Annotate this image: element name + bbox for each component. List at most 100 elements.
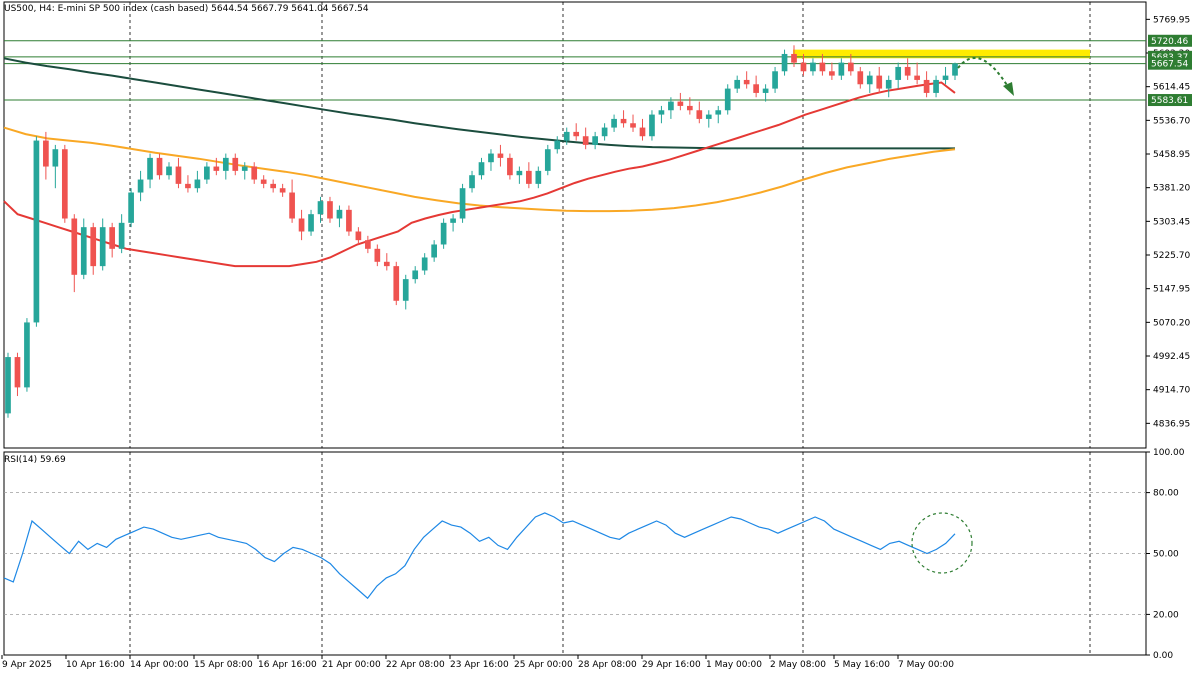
candle-body [914,75,920,80]
candle-body [686,105,693,111]
candle-body [535,170,542,184]
level-label: 5583.61 [1151,96,1188,106]
candle-body [450,218,456,223]
candle-body [592,136,598,145]
candle-body [128,192,134,223]
candle-body [639,127,646,137]
time-tick-label: 14 Apr 00:00 [130,660,189,670]
candle-body [14,357,21,388]
candle-body [222,157,229,171]
rsi-panel: 100.00 80.00 50.00 20.00 0.00 [3,448,1185,661]
candle-body [611,118,617,128]
rsi-tick-label: 20.00 [1153,610,1179,620]
candle-body [213,166,220,171]
candle-body [904,66,911,76]
candle-body [71,218,78,275]
candle-body [24,322,30,388]
moving-averages [3,57,956,268]
candle-body [847,62,854,72]
candle-body [147,157,153,180]
candle-body [298,218,305,232]
rsi-label: RSI(14) 59.69 [4,455,66,465]
candle-body [61,149,68,219]
candle-body [185,183,191,189]
price-tick-label: 5303.45 [1153,217,1190,227]
candle-body [431,244,437,258]
candle-body [658,110,665,115]
rsi-tick-label: 50.00 [1153,550,1179,560]
candle-body [810,62,816,72]
time-tick-label: 9 Apr 2025 [2,660,52,670]
candle-body [677,101,684,106]
candle-body [705,114,712,119]
candle-body [497,153,504,158]
candle-body [412,270,419,280]
candle-body [289,192,295,219]
time-tick-label: 1 May 00:00 [706,660,762,670]
annotations [911,57,1014,574]
candle-body [459,188,466,219]
price-tick-label: 4914.70 [1153,386,1190,396]
candle-body [952,63,958,76]
rsi-tick-label: 0.00 [1153,651,1173,661]
price-tick-label: 5614.45 [1153,83,1190,93]
candle-body [317,201,324,215]
symbol-header: US500, H4: E-mini SP 500 index (cash bas… [4,4,369,14]
candle-body [80,227,87,275]
candle-body [346,209,352,232]
rsi-tick-label: 100.00 [1153,448,1185,458]
candle-body [327,201,333,219]
price-tick-label: 5070.20 [1153,318,1190,328]
price-tick-label: 5225.70 [1153,251,1190,261]
candle-body [251,166,258,180]
time-tick-label: 28 Apr 08:00 [578,660,637,670]
candle-body [649,114,655,137]
candle-body [601,127,608,137]
candle-body [573,131,580,137]
price-tick-label: 5458.95 [1153,150,1190,160]
candle-body [923,79,930,93]
price-tick-label: 4836.95 [1153,419,1190,429]
projection-arrow-head [1003,82,1014,96]
candle-body [175,166,182,184]
candle-body [440,222,447,245]
candle-body [5,357,11,414]
price-axis: 5769.955692.205614.455536.705458.955381.… [1146,15,1192,429]
chart-canvas: 5769.955692.205614.455536.705458.955381.… [1,1,1192,670]
candle-body [620,118,627,124]
candlesticks [5,45,958,418]
candle-body [734,79,741,89]
time-tick-label: 2 May 08:00 [770,660,826,670]
candle-body [876,75,883,89]
candle-body [270,183,277,189]
candle-body [109,227,116,249]
time-tick-label: 5 May 16:00 [834,660,890,670]
rsi-highlight-circle [911,512,973,574]
candle-body [791,53,797,63]
time-tick-label: 23 Apr 16:00 [450,660,509,670]
time-axis: 9 Apr 2025 10 Apr 16:00 14 Apr 00:00 15 Apr… [1,655,954,670]
time-tick-label: 29 Apr 16:00 [642,660,701,670]
candle-body [554,140,561,150]
price-tick-label: 5536.70 [1153,116,1190,126]
candle-body [204,166,210,180]
candle-body [772,71,778,89]
candle-body [668,101,674,111]
candle-body [308,214,314,232]
ma-slow-line [3,57,955,150]
candle-body [819,62,826,72]
projection-arrow-path [957,57,1011,91]
candle-body [90,227,97,267]
candle-body [829,71,835,76]
price-tick-label: 4992.45 [1153,352,1190,362]
candle-body [478,162,485,176]
candle-body [526,170,532,184]
time-tick-label: 16 Apr 16:00 [258,660,317,670]
chart-root: 5769.955692.205614.455536.705458.955381.… [0,0,1200,675]
time-tick-label: 10 Apr 16:00 [66,660,125,670]
candle-body [99,227,106,267]
price-panel-frame [3,1,1147,449]
candle-body [885,79,892,89]
candle-body [365,240,371,249]
candle-body [743,79,750,85]
